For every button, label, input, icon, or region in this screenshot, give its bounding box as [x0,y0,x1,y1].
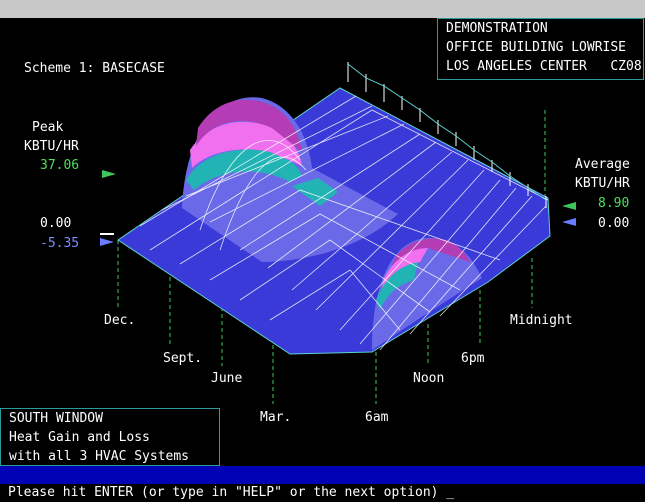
average-marker-icon [562,202,576,210]
description-box: SOUTH WINDOW Heat Gain and Loss with all… [0,408,220,466]
prompt-text: Please hit ENTER (or type in "HELP" or t… [8,485,455,500]
description-line-2: Heat Gain and Loss [9,430,150,445]
description-line-1: SOUTH WINDOW [9,411,103,426]
command-prompt[interactable]: Please hit ENTER (or type in "HELP" or t… [0,466,645,500]
peak-marker-icon [102,170,116,178]
min-marker-icon [100,238,114,246]
description-line-3: with all 3 HVAC Systems [9,449,190,464]
right-zero-marker-icon [562,218,576,226]
